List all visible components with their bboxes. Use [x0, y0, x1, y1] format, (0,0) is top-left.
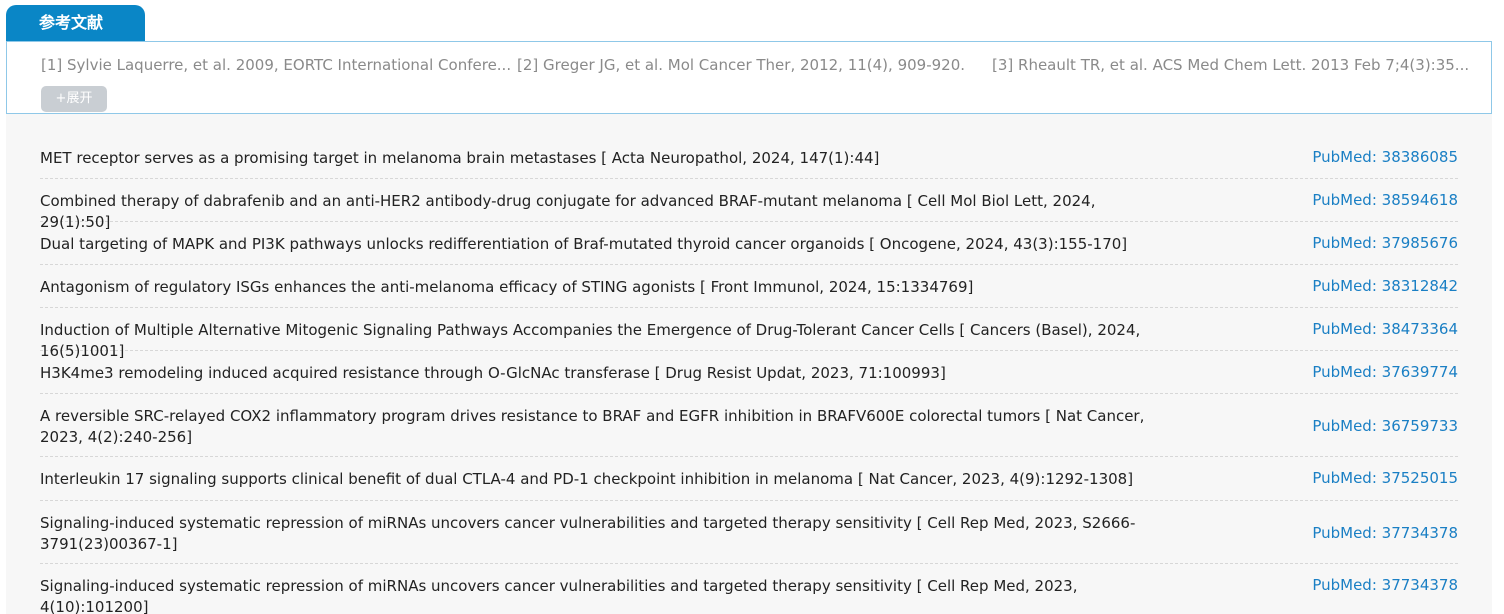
citation-title: Interleukin 17 signaling supports clinic… — [40, 470, 1134, 488]
section-tab-title[interactable]: 参考文献 — [6, 5, 145, 41]
reference-item: [2] Greger JG, et al. Mol Cancer Ther, 2… — [517, 56, 966, 74]
citation-title: Antagonism of regulatory ISGs enhances t… — [40, 278, 974, 296]
citation-title: H3K4me3 remodeling induced acquired resi… — [40, 364, 946, 382]
citation-row: Induction of Multiple Alternative Mitoge… — [40, 308, 1458, 360]
pubmed-link[interactable]: PubMed: 37734378 — [1312, 576, 1458, 594]
citation-row: MET receptor serves as a promising targe… — [40, 136, 1458, 179]
citation-row: Signaling-induced systematic repression … — [40, 564, 1458, 614]
pubmed-link[interactable]: PubMed: 37734378 — [1312, 524, 1458, 542]
citation-row: Combined therapy of dabrafenib and an an… — [40, 179, 1458, 231]
citation-title: A reversible SRC-relayed COX2 inflammato… — [40, 407, 1145, 446]
expand-button[interactable]: +展开 — [41, 86, 107, 112]
citation-row: Interleukin 17 signaling supports clinic… — [40, 457, 1458, 501]
citation-row: A reversible SRC-relayed COX2 inflammato… — [40, 394, 1458, 457]
pubmed-link[interactable]: PubMed: 38312842 — [1312, 277, 1458, 295]
pubmed-link[interactable]: PubMed: 38386085 — [1312, 148, 1458, 166]
references-section: 参考文献 [1] Sylvie Laquerre, et al. 2009, E… — [0, 0, 1504, 614]
citation-title: Signaling-induced systematic repression … — [40, 514, 1136, 553]
pubmed-link[interactable]: PubMed: 37985676 — [1312, 234, 1458, 252]
reference-summary-box: [1] Sylvie Laquerre, et al. 2009, EORTC … — [6, 41, 1492, 114]
pubmed-link[interactable]: PubMed: 37525015 — [1312, 469, 1458, 487]
citation-list: MET receptor serves as a promising targe… — [6, 114, 1492, 614]
citation-title: Signaling-induced systematic repression … — [40, 577, 1078, 614]
reference-item: [3] Rheault TR, et al. ACS Med Chem Lett… — [992, 56, 1470, 74]
pubmed-link[interactable]: PubMed: 38594618 — [1312, 191, 1458, 209]
pubmed-link[interactable]: PubMed: 38473364 — [1312, 320, 1458, 338]
citation-row: H3K4me3 remodeling induced acquired resi… — [40, 351, 1458, 394]
pubmed-link[interactable]: PubMed: 37639774 — [1312, 363, 1458, 381]
citation-row: Dual targeting of MAPK and PI3K pathways… — [40, 222, 1458, 265]
citation-title: MET receptor serves as a promising targe… — [40, 149, 880, 167]
citation-row: Antagonism of regulatory ISGs enhances t… — [40, 265, 1458, 308]
reference-item: [1] Sylvie Laquerre, et al. 2009, EORTC … — [41, 56, 512, 74]
citation-title: Dual targeting of MAPK and PI3K pathways… — [40, 235, 1128, 253]
pubmed-link[interactable]: PubMed: 36759733 — [1312, 417, 1458, 435]
citation-row: Signaling-induced systematic repression … — [40, 501, 1458, 564]
